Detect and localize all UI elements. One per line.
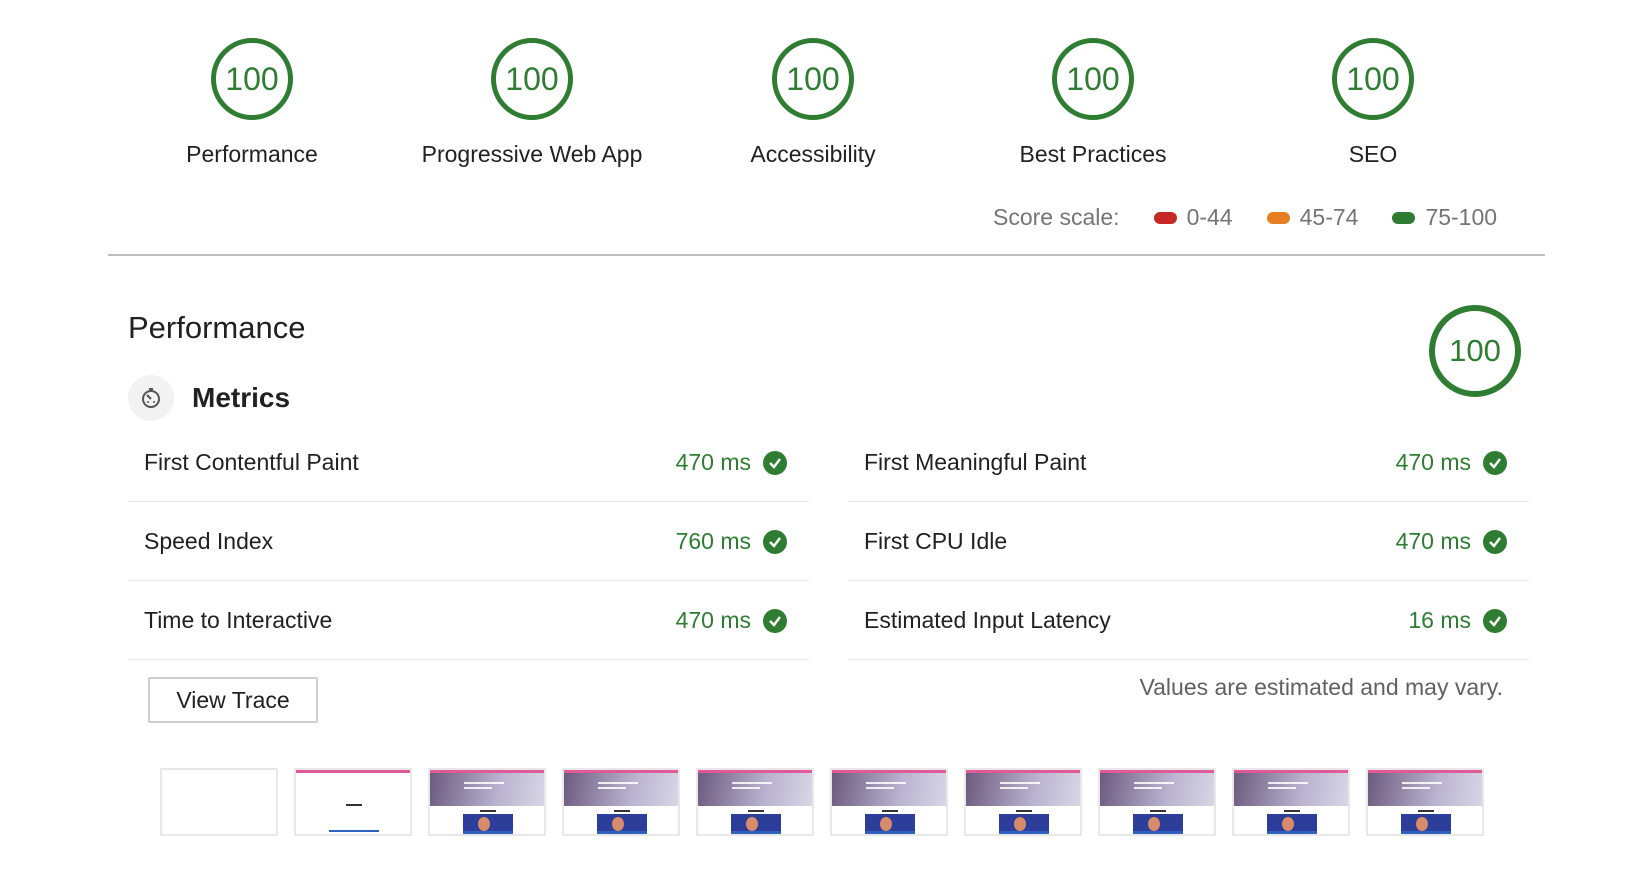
metric-first-contentful-paint: First Contentful Paint 470 ms (128, 424, 809, 502)
gauge-label: Best Practices (1019, 141, 1167, 167)
check-icon (763, 608, 787, 633)
metric-estimated-input-latency: Estimated Input Latency 16 ms (848, 582, 1529, 660)
check-icon (1483, 608, 1507, 633)
green-pill-icon (1392, 211, 1416, 224)
metric-name: First Contentful Paint (144, 449, 359, 475)
scale-range-text: 75-100 (1425, 204, 1498, 230)
metric-first-meaningful-paint: First Meaningful Paint 470 ms (848, 424, 1529, 502)
gauge-label: SEO (1348, 141, 1398, 167)
gauge-ring[interactable]: 100 (1332, 38, 1414, 120)
filmstrip (160, 768, 1484, 836)
scale-range-text: 45-74 (1299, 204, 1359, 230)
metric-first-cpu-idle: First CPU Idle 470 ms (848, 503, 1529, 581)
filmstrip-frame (830, 768, 948, 836)
gauge-best-practices[interactable]: 100 Best Practices (963, 38, 1223, 168)
metric-value: 760 ms (675, 528, 751, 554)
gauge-ring[interactable]: 100 (1052, 38, 1134, 120)
scale-range-text: 0-44 (1186, 204, 1233, 230)
lighthouse-report: 100 Performance 100 Progressive Web App … (0, 0, 1648, 890)
metric-name: First CPU Idle (864, 528, 1008, 554)
metric-value: 470 ms (1395, 449, 1471, 475)
metric-value: 470 ms (675, 449, 751, 475)
stopwatch-icon (128, 375, 174, 421)
scale-item-fail: 0-44 (1153, 204, 1233, 231)
filmstrip-frame (1232, 768, 1350, 836)
metric-value: 470 ms (1395, 528, 1471, 554)
filmstrip-frame (428, 768, 546, 836)
metric-time-to-interactive: Time to Interactive 470 ms (128, 582, 809, 660)
filmstrip-frame (160, 768, 278, 836)
filmstrip-frame (964, 768, 1082, 836)
check-icon (763, 529, 787, 554)
metric-name: Time to Interactive (144, 607, 333, 633)
gauge-pwa[interactable]: 100 Progressive Web App (402, 38, 662, 168)
performance-score-gauge: 100 (1429, 305, 1521, 397)
filmstrip-frame (1366, 768, 1484, 836)
metric-speed-index: Speed Index 760 ms (128, 503, 809, 581)
gauge-ring[interactable]: 100 (211, 38, 293, 120)
metric-name: Estimated Input Latency (864, 607, 1111, 633)
metric-name: Speed Index (144, 528, 274, 554)
metrics-title: Metrics (192, 382, 291, 413)
gauge-accessibility[interactable]: 100 Accessibility (683, 38, 943, 168)
metric-name: First Meaningful Paint (864, 449, 1087, 475)
section-divider (108, 254, 1545, 256)
check-icon (763, 450, 787, 475)
gauge-ring[interactable]: 100 (772, 38, 854, 120)
score-scale-label: Score scale: (993, 204, 1120, 230)
view-trace-button[interactable]: View Trace (148, 677, 318, 723)
gauge-label: Progressive Web App (421, 141, 643, 167)
performance-section-title: Performance (128, 310, 306, 345)
score-gauges: 100 Performance 100 Progressive Web App … (0, 0, 1648, 200)
red-pill-icon (1153, 211, 1177, 224)
filmstrip-frame (1098, 768, 1216, 836)
check-icon (1483, 529, 1507, 554)
gauge-label: Accessibility (750, 141, 876, 167)
metric-value: 16 ms (1408, 607, 1471, 633)
scale-item-average: 45-74 (1266, 204, 1359, 231)
gauge-ring[interactable]: 100 (491, 38, 573, 120)
gauge-label: Performance (186, 141, 318, 167)
gauge-performance[interactable]: 100 Performance (122, 38, 382, 168)
filmstrip-frame (562, 768, 680, 836)
estimate-note: Values are estimated and may vary. (1139, 674, 1504, 700)
orange-pill-icon (1266, 211, 1290, 224)
gauge-seo[interactable]: 100 SEO (1243, 38, 1503, 168)
scale-item-pass: 75-100 (1392, 204, 1497, 231)
metrics-header: Metrics (128, 375, 290, 421)
score-scale-legend: Score scale: 0-44 45-74 75-100 (993, 204, 1497, 231)
filmstrip-frame (294, 768, 412, 836)
check-icon (1483, 450, 1507, 475)
metric-value: 470 ms (675, 607, 751, 633)
filmstrip-frame (696, 768, 814, 836)
